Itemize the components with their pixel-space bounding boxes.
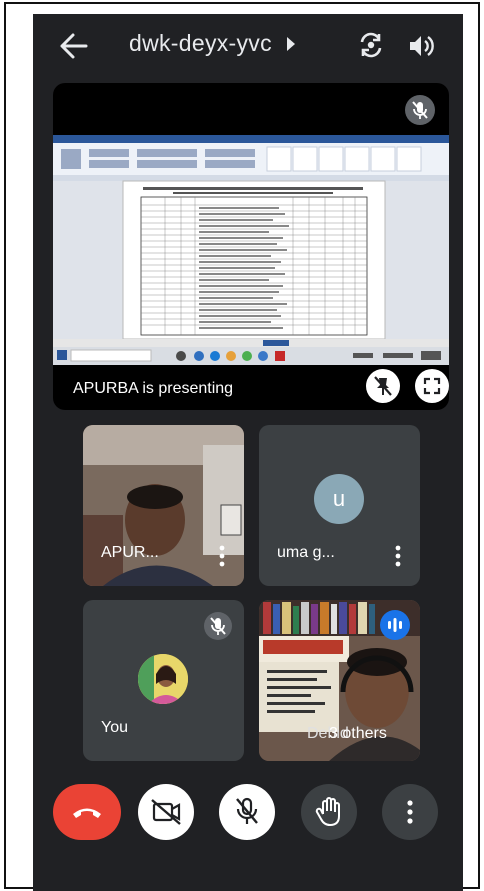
- meeting-code[interactable]: dwk-deyx-yvc: [129, 30, 272, 57]
- microphone-toggle-button[interactable]: [219, 784, 275, 840]
- top-bar: dwk-deyx-yvc: [33, 14, 463, 76]
- more-options-button[interactable]: [382, 784, 438, 840]
- meeting-details-caret-icon[interactable]: [287, 37, 295, 51]
- presenting-label: APURBA is presenting: [73, 380, 234, 397]
- call-controls: [33, 784, 463, 854]
- unpin-button[interactable]: [366, 369, 400, 403]
- participant-more-icon[interactable]: [218, 544, 226, 568]
- camera-toggle-button[interactable]: [138, 784, 194, 840]
- participant-tile-apurba[interactable]: APUR...: [83, 425, 244, 586]
- participant-name: APUR...: [101, 544, 159, 561]
- fullscreen-button[interactable]: [415, 369, 449, 403]
- end-call-button[interactable]: [53, 784, 121, 840]
- others-count-label: 3 others: [329, 725, 387, 742]
- shared-screen-image: [53, 135, 449, 365]
- meet-app: dwk-deyx-yvc APURBA is presenting APUR..…: [33, 14, 463, 891]
- back-arrow-icon[interactable]: [59, 32, 89, 60]
- avatar: [138, 654, 188, 704]
- participant-tile-others[interactable]: Debid 3 others: [259, 600, 420, 761]
- switch-camera-icon[interactable]: [356, 30, 386, 60]
- speaker-icon[interactable]: [407, 32, 435, 60]
- avatar: u: [314, 474, 364, 524]
- participant-name: You: [101, 719, 128, 736]
- raise-hand-button[interactable]: [301, 784, 357, 840]
- participant-name: uma g...: [277, 544, 335, 561]
- participant-tile-self[interactable]: You: [83, 600, 244, 761]
- speaking-indicator-icon: [380, 610, 410, 640]
- presentation-tile[interactable]: APURBA is presenting: [53, 83, 449, 410]
- self-mic-off-icon: [204, 612, 232, 640]
- presenter-mic-off-icon: [405, 95, 435, 125]
- participant-more-icon[interactable]: [394, 544, 402, 568]
- participant-tile-uma[interactable]: u uma g...: [259, 425, 420, 586]
